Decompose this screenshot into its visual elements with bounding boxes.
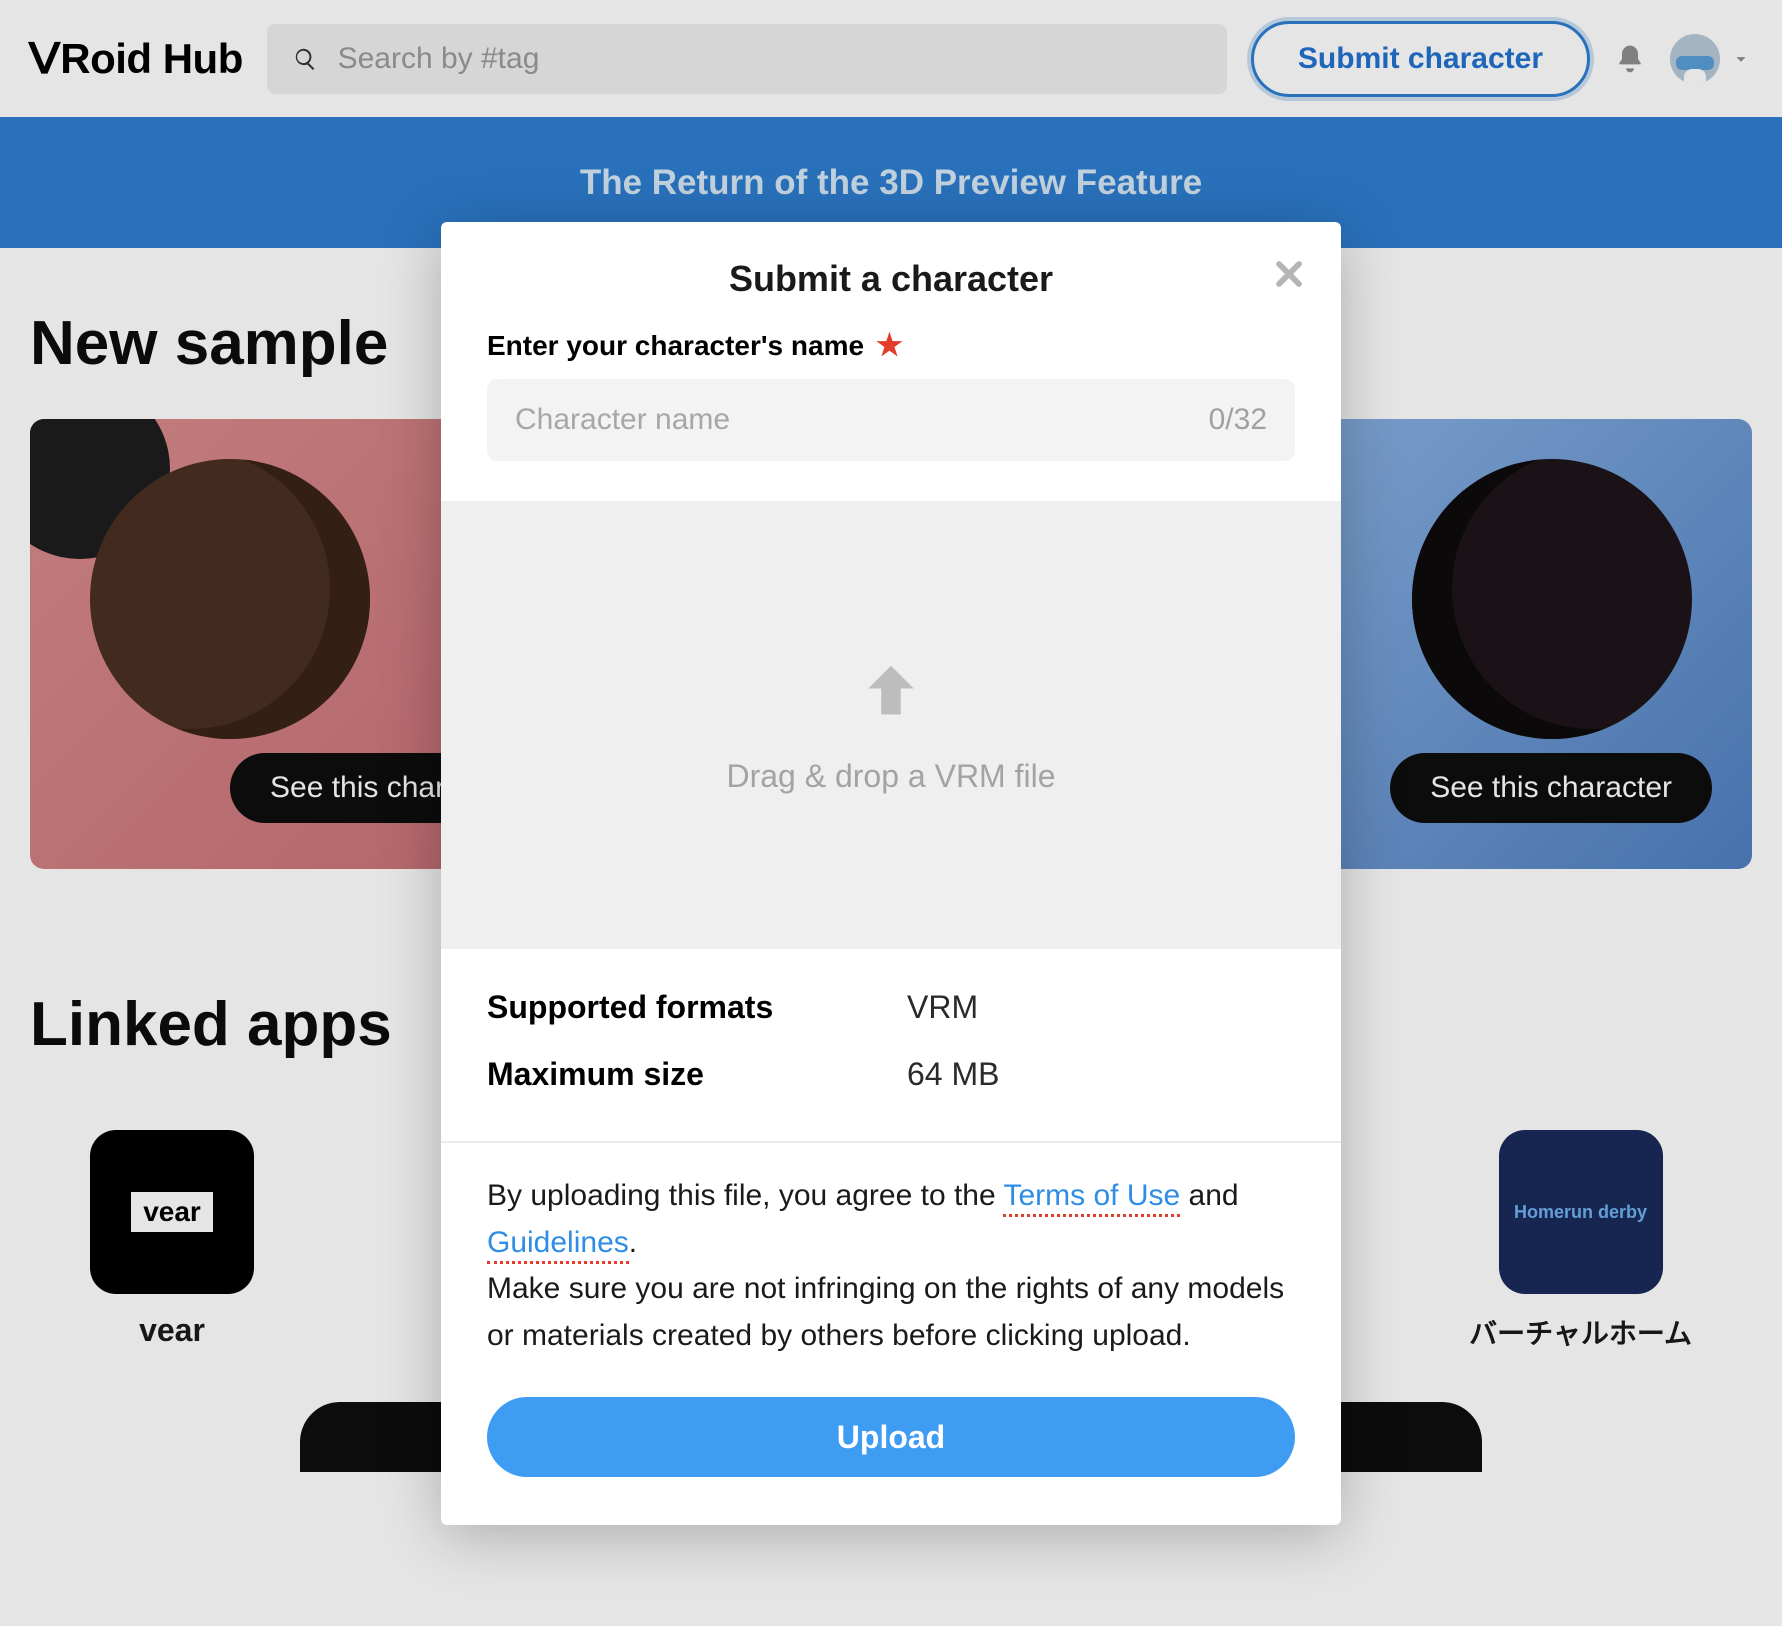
upload-arrow-icon	[852, 656, 930, 734]
legal-mid: and	[1180, 1179, 1238, 1212]
character-name-input-wrap[interactable]: 0/32	[487, 379, 1295, 461]
name-field-label: Enter your character's name ★	[487, 328, 1295, 363]
supported-formats-value: VRM	[907, 989, 978, 1026]
maximum-size-value: 64 MB	[907, 1056, 999, 1093]
name-field-label-text: Enter your character's name	[487, 330, 864, 362]
character-name-input[interactable]	[515, 403, 1209, 437]
maximum-size-label: Maximum size	[487, 1056, 847, 1093]
vrm-dropzone[interactable]: Drag & drop a VRM file	[441, 501, 1341, 949]
legal-text: By uploading this file, you agree to the…	[441, 1143, 1341, 1381]
legal-prefix: By uploading this file, you agree to the	[487, 1179, 1003, 1212]
dropzone-text: Drag & drop a VRM file	[726, 758, 1055, 795]
upload-button[interactable]: Upload	[487, 1397, 1295, 1477]
character-name-counter: 0/32	[1209, 403, 1267, 437]
guidelines-link[interactable]: Guidelines	[487, 1226, 629, 1264]
terms-of-use-link[interactable]: Terms of Use	[1003, 1179, 1180, 1217]
upload-button-label: Upload	[837, 1419, 945, 1456]
modal-title: Submit a character	[487, 258, 1295, 300]
close-icon[interactable]	[1269, 254, 1309, 294]
required-star-icon: ★	[876, 328, 903, 363]
submit-character-modal: Submit a character Enter your character'…	[441, 222, 1341, 1525]
legal-warning: Make sure you are not infringing on the …	[487, 1272, 1284, 1352]
legal-period: .	[629, 1226, 637, 1259]
supported-formats-label: Supported formats	[487, 989, 847, 1026]
upload-specs: Supported formats VRM Maximum size 64 MB	[441, 949, 1341, 1143]
